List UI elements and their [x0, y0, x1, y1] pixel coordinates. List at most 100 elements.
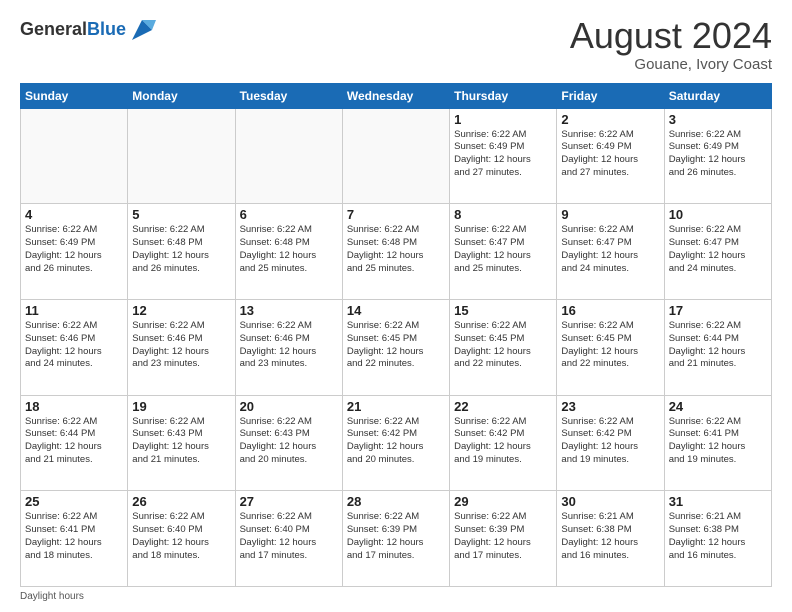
day-info: Sunrise: 6:22 AM Sunset: 6:41 PM Dayligh…	[25, 511, 123, 562]
day-number: 23	[561, 399, 659, 414]
calendar-week-3: 18 Sunrise: 6:22 AM Sunset: 6:44 PM Dayli…	[21, 395, 772, 491]
calendar-cell: 21 Sunrise: 6:22 AM Sunset: 6:42 PM Dayli…	[342, 395, 449, 491]
day-number: 29	[454, 494, 552, 509]
day-info: Sunrise: 6:22 AM Sunset: 6:47 PM Dayligh…	[454, 224, 552, 275]
day-info: Sunrise: 6:22 AM Sunset: 6:43 PM Dayligh…	[240, 416, 338, 467]
day-number: 8	[454, 207, 552, 222]
col-header-saturday: Saturday	[664, 83, 771, 108]
day-number: 5	[132, 207, 230, 222]
day-number: 27	[240, 494, 338, 509]
day-number: 26	[132, 494, 230, 509]
day-info: Sunrise: 6:22 AM Sunset: 6:44 PM Dayligh…	[25, 416, 123, 467]
calendar-cell: 14 Sunrise: 6:22 AM Sunset: 6:45 PM Dayli…	[342, 299, 449, 395]
day-number: 7	[347, 207, 445, 222]
calendar-cell: 20 Sunrise: 6:22 AM Sunset: 6:43 PM Dayli…	[235, 395, 342, 491]
calendar-cell: 25Sunrise: 6:22 AM Sunset: 6:41 PM Dayli…	[21, 491, 128, 587]
calendar-cell: 30 Sunrise: 6:21 AM Sunset: 6:38 PM Dayli…	[557, 491, 664, 587]
header: GeneralBlue August 2024 Gouane, Ivory Co…	[20, 16, 772, 73]
calendar-week-4: 25Sunrise: 6:22 AM Sunset: 6:41 PM Dayli…	[21, 491, 772, 587]
logo-blue: Blue	[87, 19, 126, 39]
day-number: 10	[669, 207, 767, 222]
location: Gouane, Ivory Coast	[570, 56, 772, 73]
day-number: 20	[240, 399, 338, 414]
calendar-cell: 22Sunrise: 6:22 AM Sunset: 6:42 PM Dayli…	[450, 395, 557, 491]
day-info: Sunrise: 6:22 AM Sunset: 6:45 PM Dayligh…	[347, 320, 445, 371]
calendar-cell: 17 Sunrise: 6:22 AM Sunset: 6:44 PM Dayli…	[664, 299, 771, 395]
day-number: 30	[561, 494, 659, 509]
day-info: Sunrise: 6:22 AM Sunset: 6:45 PM Dayligh…	[561, 320, 659, 371]
day-number: 9	[561, 207, 659, 222]
day-number: 12	[132, 303, 230, 318]
day-number: 2	[561, 112, 659, 127]
calendar-cell: 9 Sunrise: 6:22 AM Sunset: 6:47 PM Daylig…	[557, 204, 664, 300]
day-info: Sunrise: 6:22 AM Sunset: 6:46 PM Dayligh…	[25, 320, 123, 371]
day-info: Sunrise: 6:22 AM Sunset: 6:42 PM Dayligh…	[561, 416, 659, 467]
day-info: Sunrise: 6:22 AM Sunset: 6:39 PM Dayligh…	[454, 511, 552, 562]
day-number: 16	[561, 303, 659, 318]
day-number: 13	[240, 303, 338, 318]
day-info: Sunrise: 6:22 AM Sunset: 6:47 PM Dayligh…	[669, 224, 767, 275]
day-info: Sunrise: 6:22 AM Sunset: 6:48 PM Dayligh…	[347, 224, 445, 275]
logo-text: GeneralBlue	[20, 20, 126, 40]
day-info: Sunrise: 6:22 AM Sunset: 6:39 PM Dayligh…	[347, 511, 445, 562]
calendar-cell: 1 Sunrise: 6:22 AM Sunset: 6:49 PM Daylig…	[450, 108, 557, 204]
day-info: Sunrise: 6:22 AM Sunset: 6:42 PM Dayligh…	[347, 416, 445, 467]
calendar-cell: 8 Sunrise: 6:22 AM Sunset: 6:47 PM Daylig…	[450, 204, 557, 300]
day-number: 3	[669, 112, 767, 127]
day-number: 22	[454, 399, 552, 414]
day-info: Sunrise: 6:22 AM Sunset: 6:41 PM Dayligh…	[669, 416, 767, 467]
col-header-thursday: Thursday	[450, 83, 557, 108]
day-info: Sunrise: 6:22 AM Sunset: 6:46 PM Dayligh…	[240, 320, 338, 371]
col-header-monday: Monday	[128, 83, 235, 108]
calendar-cell: 3Sunrise: 6:22 AM Sunset: 6:49 PM Daylig…	[664, 108, 771, 204]
calendar-cell	[128, 108, 235, 204]
day-number: 17	[669, 303, 767, 318]
day-info: Sunrise: 6:22 AM Sunset: 6:40 PM Dayligh…	[132, 511, 230, 562]
calendar-cell: 28 Sunrise: 6:22 AM Sunset: 6:39 PM Dayli…	[342, 491, 449, 587]
day-number: 31	[669, 494, 767, 509]
day-info: Sunrise: 6:22 AM Sunset: 6:49 PM Dayligh…	[454, 129, 552, 180]
day-number: 14	[347, 303, 445, 318]
calendar-cell: 11 Sunrise: 6:22 AM Sunset: 6:46 PM Dayli…	[21, 299, 128, 395]
day-number: 11	[25, 303, 123, 318]
col-header-wednesday: Wednesday	[342, 83, 449, 108]
day-number: 1	[454, 112, 552, 127]
calendar-cell: 19Sunrise: 6:22 AM Sunset: 6:43 PM Dayli…	[128, 395, 235, 491]
day-number: 21	[347, 399, 445, 414]
day-number: 24	[669, 399, 767, 414]
calendar-cell: 10 Sunrise: 6:22 AM Sunset: 6:47 PM Dayli…	[664, 204, 771, 300]
calendar-cell: 13 Sunrise: 6:22 AM Sunset: 6:46 PM Dayli…	[235, 299, 342, 395]
day-info: Sunrise: 6:21 AM Sunset: 6:38 PM Dayligh…	[561, 511, 659, 562]
calendar-cell: 26 Sunrise: 6:22 AM Sunset: 6:40 PM Dayli…	[128, 491, 235, 587]
calendar-week-2: 11 Sunrise: 6:22 AM Sunset: 6:46 PM Dayli…	[21, 299, 772, 395]
calendar-week-1: 4 Sunrise: 6:22 AM Sunset: 6:49 PM Daylig…	[21, 204, 772, 300]
day-info: Sunrise: 6:22 AM Sunset: 6:40 PM Dayligh…	[240, 511, 338, 562]
day-number: 6	[240, 207, 338, 222]
calendar-cell: 24 Sunrise: 6:22 AM Sunset: 6:41 PM Dayli…	[664, 395, 771, 491]
calendar-cell: 4 Sunrise: 6:22 AM Sunset: 6:49 PM Daylig…	[21, 204, 128, 300]
calendar-table: SundayMondayTuesdayWednesdayThursdayFrid…	[20, 83, 772, 587]
day-info: Sunrise: 6:22 AM Sunset: 6:48 PM Dayligh…	[132, 224, 230, 275]
day-info: Sunrise: 6:21 AM Sunset: 6:38 PM Dayligh…	[669, 511, 767, 562]
day-info: Sunrise: 6:22 AM Sunset: 6:47 PM Dayligh…	[561, 224, 659, 275]
day-info: Sunrise: 6:22 AM Sunset: 6:44 PM Dayligh…	[669, 320, 767, 371]
day-info: Sunrise: 6:22 AM Sunset: 6:49 PM Dayligh…	[25, 224, 123, 275]
calendar-cell: 29 Sunrise: 6:22 AM Sunset: 6:39 PM Dayli…	[450, 491, 557, 587]
title-block: August 2024 Gouane, Ivory Coast	[570, 16, 772, 73]
calendar-cell: 31 Sunrise: 6:21 AM Sunset: 6:38 PM Dayli…	[664, 491, 771, 587]
logo: GeneralBlue	[20, 16, 156, 44]
day-number: 18	[25, 399, 123, 414]
logo-general: General	[20, 19, 87, 39]
calendar-cell: 15 Sunrise: 6:22 AM Sunset: 6:45 PM Dayli…	[450, 299, 557, 395]
day-number: 28	[347, 494, 445, 509]
day-info: Sunrise: 6:22 AM Sunset: 6:43 PM Dayligh…	[132, 416, 230, 467]
day-number: 4	[25, 207, 123, 222]
day-number: 15	[454, 303, 552, 318]
calendar-cell: 23 Sunrise: 6:22 AM Sunset: 6:42 PM Dayli…	[557, 395, 664, 491]
footer-note: Daylight hours	[20, 591, 772, 602]
calendar-cell	[235, 108, 342, 204]
calendar-cell: 18 Sunrise: 6:22 AM Sunset: 6:44 PM Dayli…	[21, 395, 128, 491]
calendar-cell: 16 Sunrise: 6:22 AM Sunset: 6:45 PM Dayli…	[557, 299, 664, 395]
day-info: Sunrise: 6:22 AM Sunset: 6:45 PM Dayligh…	[454, 320, 552, 371]
calendar-cell	[342, 108, 449, 204]
